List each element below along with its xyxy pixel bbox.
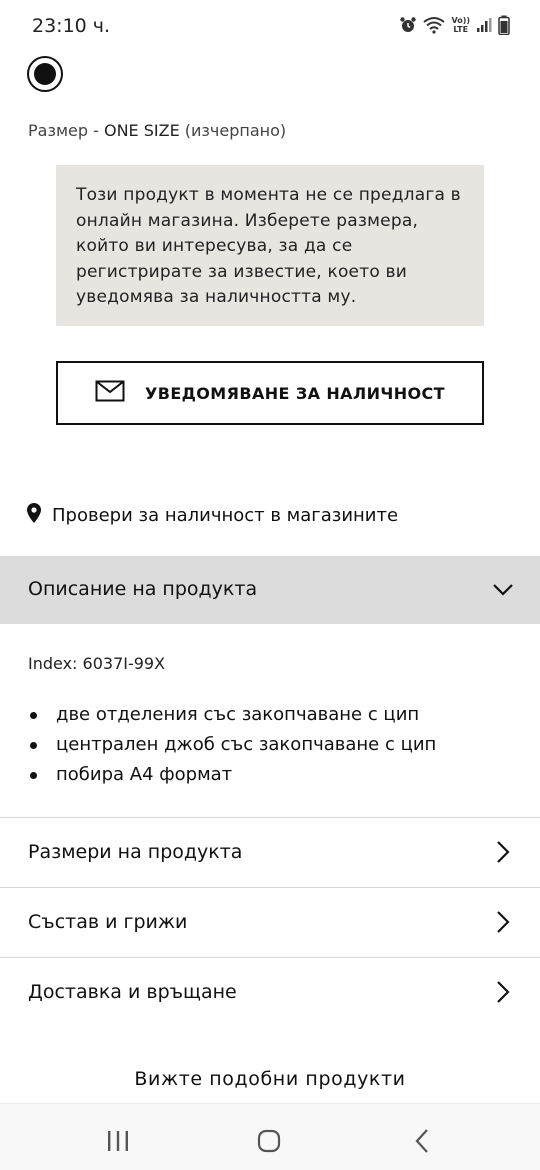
status-icons: Vo)) LTE <box>399 14 510 36</box>
accordion-delivery-returns-title: Доставка и връщане <box>28 981 237 1003</box>
list-item: централен джоб със закопчаване с цип <box>28 730 436 760</box>
home-icon[interactable] <box>249 1126 289 1156</box>
check-store-availability-label: Провери за наличност в магазините <box>52 505 399 526</box>
back-icon[interactable] <box>402 1126 442 1156</box>
similar-products-heading: Вижте подобни продукти <box>134 1068 406 1090</box>
wifi-icon <box>423 16 446 34</box>
accordion-product-dimensions[interactable]: Размери на продукта <box>0 817 540 887</box>
list-item-text: две отделения със закопчаване с цип <box>56 704 420 725</box>
accordion-product-description-title: Описание на продукта <box>28 578 258 600</box>
description-list: две отделения със закопчаване с цип цент… <box>28 700 436 790</box>
bullet <box>30 712 37 719</box>
size-label: Размер - <box>28 121 104 140</box>
accordion-composition-care-title: Състав и грижи <box>28 911 188 933</box>
recent-apps-icon[interactable] <box>98 1126 138 1156</box>
envelope-icon <box>95 380 125 407</box>
volte-line2: LTE <box>453 25 469 34</box>
accordion-delivery-returns[interactable]: Доставка и връщане <box>0 957 540 1027</box>
unavailable-info-box: Този продукт в момента не се предлага в … <box>56 165 484 326</box>
check-store-availability-link[interactable]: Провери за наличност в магазините <box>26 502 398 529</box>
accordion-product-description[interactable]: Описание на продукта <box>0 556 540 624</box>
system-nav-bar <box>0 1103 540 1170</box>
list-item-text: побира А4 формат <box>56 764 233 785</box>
size-status: (изчерпано) <box>179 121 287 140</box>
status-time: 23:10 ч. <box>32 15 111 37</box>
size-line: Размер - ONE SIZE (изчерпано) <box>28 121 286 140</box>
list-item-text: централен джоб със закопчаване с цип <box>56 734 437 755</box>
status-bar: 23:10 ч. Vo)) LTE <box>0 0 540 48</box>
accordion-composition-care[interactable]: Състав и грижи <box>0 887 540 957</box>
notify-availability-button[interactable]: УВЕДОМЯВАНЕ ЗА НАЛИЧНОСТ <box>56 361 484 425</box>
bullet <box>30 742 37 749</box>
color-swatch-selected[interactable] <box>27 56 63 92</box>
list-item: две отделения със закопчаване с цип <box>28 700 436 730</box>
chevron-right-icon <box>496 840 510 869</box>
unavailable-info-text: Този продукт в момента не се предлага в … <box>76 185 461 307</box>
volte-icon: Vo)) LTE <box>451 16 470 34</box>
volte-line1: Vo)) <box>451 16 470 25</box>
accordion-product-dimensions-title: Размери на продукта <box>28 841 243 863</box>
location-pin-icon <box>26 502 42 529</box>
chevron-down-icon <box>492 578 514 607</box>
color-swatch-fill <box>34 63 56 85</box>
size-value: ONE SIZE <box>103 121 180 140</box>
product-index: Index: 6037I-99X <box>28 654 166 673</box>
battery-icon <box>498 15 510 35</box>
alarm-icon <box>399 16 417 34</box>
list-item: побира А4 формат <box>28 760 436 790</box>
chevron-right-icon <box>496 980 510 1009</box>
notify-availability-label: УВЕДОМЯВАНЕ ЗА НАЛИЧНОСТ <box>145 383 445 403</box>
chevron-right-icon <box>496 910 510 939</box>
signal-icon <box>476 17 492 33</box>
bullet <box>30 772 37 779</box>
